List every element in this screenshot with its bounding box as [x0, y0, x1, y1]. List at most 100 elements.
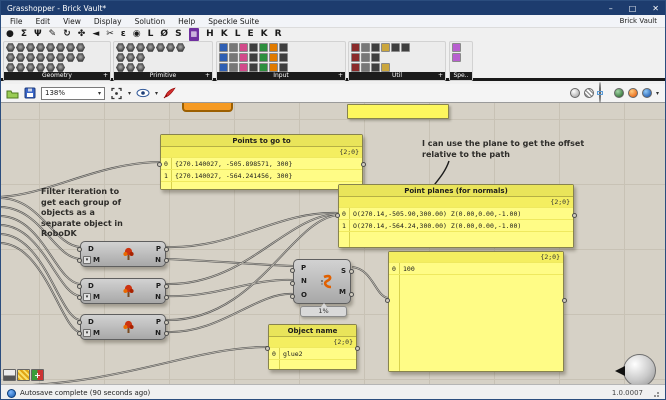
component-icon[interactable] — [166, 43, 175, 52]
preview-orange-icon[interactable] — [628, 88, 638, 98]
component-input-port[interactable] — [290, 294, 295, 299]
panel-points-to-go-to[interactable]: Points to go to {2;0} 0 {270.140027, -50… — [160, 134, 363, 190]
menu-speckle-suite[interactable]: Speckle Suite — [208, 17, 259, 26]
component-icon[interactable] — [156, 43, 165, 52]
component-icon[interactable] — [401, 43, 410, 52]
component-icon[interactable] — [259, 43, 268, 52]
save-file-icon[interactable] — [24, 87, 36, 99]
component-icon[interactable] — [279, 53, 288, 62]
open-file-icon[interactable] — [6, 88, 19, 99]
component-icon[interactable] — [16, 53, 25, 62]
component-input-port[interactable] — [290, 268, 295, 273]
menu-file[interactable]: File — [10, 17, 23, 26]
palette-more-button[interactable]: + — [438, 72, 443, 80]
menu-display[interactable]: Display — [94, 17, 122, 26]
plugin-tab-icon-2[interactable]: Ψ — [34, 28, 42, 41]
component-icon[interactable] — [26, 43, 35, 52]
component-icon[interactable] — [361, 53, 370, 62]
component-icon[interactable] — [391, 43, 400, 52]
menu-help[interactable]: Help — [178, 17, 195, 26]
component-icon[interactable] — [269, 63, 278, 72]
component-icon[interactable] — [371, 43, 380, 52]
component-icon[interactable] — [259, 63, 268, 72]
plugin-tab-icon-14[interactable]: H — [206, 28, 214, 41]
chevron-down-icon[interactable]: ▾ — [155, 90, 158, 97]
component-icon[interactable] — [351, 63, 360, 72]
component-icon[interactable] — [229, 53, 238, 62]
menu-view[interactable]: View — [63, 17, 81, 26]
component-icon[interactable] — [219, 53, 228, 62]
zoom-level-combobox[interactable]: 138% ▾ — [41, 87, 105, 100]
chevron-down-icon[interactable]: ▾ — [656, 90, 659, 97]
preview-blue-icon[interactable] — [642, 88, 652, 98]
maximize-button[interactable]: □ — [629, 4, 637, 13]
canvas[interactable]: Filter iteration to get each group of ob… — [1, 103, 666, 384]
plugin-tab-icon-9[interactable]: ◉ — [133, 28, 141, 41]
component-icon[interactable] — [452, 43, 461, 52]
chevron-down-icon[interactable]: ▾ — [83, 256, 91, 264]
component-icon[interactable] — [371, 53, 380, 62]
panel-input-port[interactable] — [335, 213, 340, 218]
component-icon[interactable] — [269, 43, 278, 52]
preview-eye-icon[interactable] — [136, 88, 150, 98]
resize-grip[interactable] — [651, 389, 659, 397]
palette-tab-util[interactable]: Util + — [349, 72, 445, 80]
selected-component-fragment[interactable] — [182, 103, 233, 112]
plugin-tab-icon-18[interactable]: K — [261, 28, 268, 41]
component-icon[interactable] — [279, 63, 288, 72]
component-icon[interactable] — [56, 63, 65, 72]
plugin-tab-icon-13[interactable]: ▦ — [189, 28, 200, 41]
plugin-tab-icon-11[interactable]: Ø — [160, 28, 168, 41]
component-icon[interactable] — [56, 43, 65, 52]
preview-green-icon[interactable] — [614, 88, 624, 98]
component-icon[interactable] — [16, 63, 25, 72]
component-icon[interactable] — [46, 63, 55, 72]
plugin-tab-icon-10[interactable]: L — [148, 28, 154, 41]
chevron-down-icon[interactable]: ▾ — [83, 293, 91, 301]
annotation-filter-iteration[interactable]: Filter iteration to get each group of ob… — [41, 187, 153, 240]
component-icon[interactable] — [381, 63, 390, 72]
palette-more-button[interactable]: + — [103, 72, 108, 80]
component-icon[interactable] — [46, 43, 55, 52]
component-icon[interactable] — [46, 53, 55, 62]
canvas-widget-icon-2[interactable] — [17, 369, 30, 381]
component-robot-target-2[interactable]: D▾MPN — [80, 278, 166, 304]
component-icon[interactable] — [6, 43, 15, 52]
component-icon[interactable] — [351, 43, 360, 52]
annotation-plane-offset[interactable]: I can use the plane to get the offset re… — [422, 139, 637, 160]
plugin-tab-icon-3[interactable]: ✎ — [49, 28, 57, 41]
plugin-tab-icon-7[interactable]: ✂ — [106, 28, 114, 41]
panel-input-port[interactable] — [157, 162, 162, 167]
preview-wireframe-icon[interactable] — [584, 88, 594, 98]
component-robot-target-1[interactable]: D▾MPN — [80, 241, 166, 267]
component-icon[interactable] — [239, 53, 248, 62]
component-icon[interactable] — [36, 63, 45, 72]
plugin-tab-icon-0[interactable]: ● — [6, 28, 14, 41]
panel-value[interactable]: {2;0} 0 100 — [388, 251, 564, 372]
component-icon[interactable] — [136, 43, 145, 52]
component-icon[interactable] — [279, 43, 288, 52]
component-icon[interactable] — [116, 53, 125, 62]
component-simulation[interactable]: P N O S M — [293, 259, 351, 304]
component-icon[interactable] — [259, 53, 268, 62]
preview-shaded-icon[interactable] — [570, 88, 580, 98]
panel-object-name[interactable]: Object name {2;0} 0 glue2 — [268, 324, 357, 370]
chevron-down-icon[interactable]: ▾ — [83, 329, 91, 337]
plugin-tab-icon-8[interactable]: ε — [121, 28, 126, 41]
component-icon[interactable] — [146, 43, 155, 52]
plugin-tab-icon-15[interactable]: K — [221, 28, 228, 41]
component-icon[interactable] — [136, 53, 145, 62]
palette-more-button[interactable]: + — [205, 72, 210, 80]
menu-edit[interactable]: Edit — [36, 17, 51, 26]
component-icon[interactable] — [249, 53, 258, 62]
menu-solution[interactable]: Solution — [135, 17, 166, 26]
plugin-tab-icon-4[interactable]: ↻ — [63, 28, 71, 41]
component-icon[interactable] — [219, 63, 228, 72]
component-icon[interactable] — [269, 53, 278, 62]
palette-more-button[interactable]: + — [338, 72, 343, 80]
component-output-port[interactable] — [349, 269, 354, 274]
component-icon[interactable] — [361, 43, 370, 52]
plugin-tab-icon-17[interactable]: E — [247, 28, 253, 41]
compass-widget[interactable] — [623, 354, 656, 384]
red-pen-icon[interactable] — [163, 87, 176, 99]
